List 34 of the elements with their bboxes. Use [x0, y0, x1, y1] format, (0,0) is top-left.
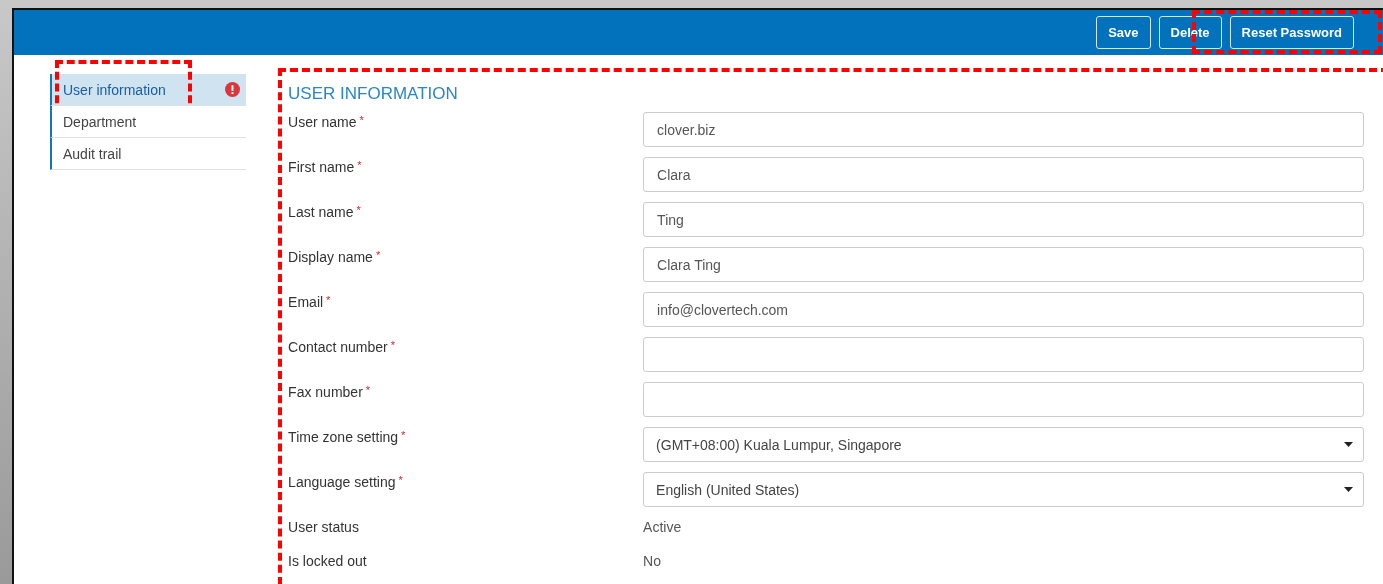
sidebar-item[interactable]: User information [50, 74, 247, 106]
text-field[interactable]: Ting [643, 202, 1365, 237]
sidebar-item-label: Department [63, 113, 137, 130]
field-label: Last name * [288, 203, 362, 220]
sidebar-item[interactable]: Audit trail [50, 138, 247, 170]
text-field[interactable] [643, 382, 1365, 417]
text-field[interactable]: Clara [643, 157, 1365, 192]
text-field[interactable]: info@clovertech.com [643, 292, 1365, 327]
field-value: Active [643, 518, 682, 535]
field-label: Time zone setting * [288, 428, 407, 445]
text-field[interactable]: Clara Ting [643, 247, 1365, 282]
action-button[interactable]: Reset Password [1229, 16, 1354, 49]
field-label: User status [288, 518, 360, 535]
section-title: USER INFORMATION [288, 84, 459, 104]
field-label: Language setting * [288, 473, 404, 490]
field-label: Fax number * [288, 383, 372, 400]
field-label: First name * [288, 158, 363, 175]
field-label: Email * [288, 293, 332, 310]
field-label: Display name * [288, 248, 382, 265]
text-field[interactable]: clover.biz [643, 112, 1365, 147]
action-button[interactable]: Save [1096, 16, 1151, 49]
dropdown-field[interactable]: (GMT+08:00) Kuala Lumpur, Singapore [643, 427, 1365, 462]
text-field[interactable] [643, 337, 1365, 372]
field-label: Contact number * [288, 338, 396, 355]
dropdown-field[interactable]: English (United States) [643, 472, 1365, 507]
sidebar-item[interactable]: Department [50, 106, 247, 138]
sidebar-item-label: User information [63, 81, 166, 98]
field-label: Is locked out [288, 552, 368, 569]
field-label: User name * [288, 113, 365, 130]
action-button[interactable]: Delete [1158, 16, 1222, 49]
sidebar-item-label: Audit trail [63, 145, 122, 162]
field-value: No [643, 552, 661, 569]
caret-icon [1344, 487, 1354, 492]
caret-icon [1344, 442, 1354, 447]
